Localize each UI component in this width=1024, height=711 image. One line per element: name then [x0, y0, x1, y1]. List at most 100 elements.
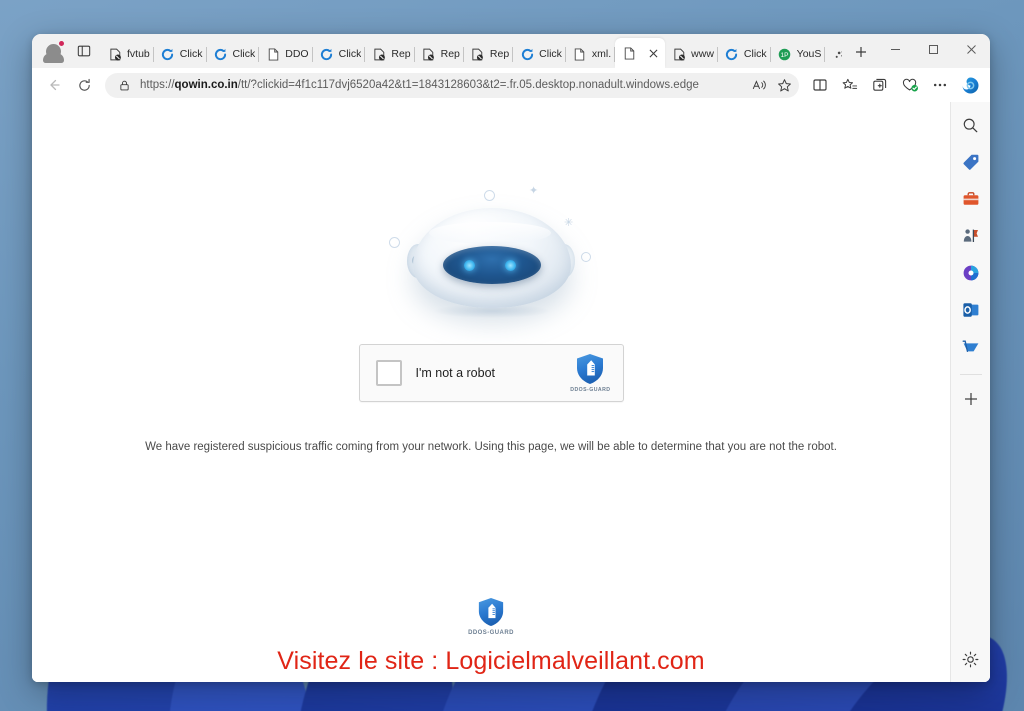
tab-title: Click — [743, 48, 767, 60]
close-icon — [649, 49, 658, 57]
redirect-icon — [521, 48, 533, 60]
decor-sparkle-icon: ✦ — [529, 185, 539, 197]
settings-and-more-button[interactable] — [926, 72, 954, 98]
new-tab-button[interactable] — [848, 39, 874, 65]
not-a-robot-label: I'm not a robot — [415, 366, 496, 380]
outlook-icon — [962, 303, 978, 317]
read-aloud-icon — [752, 80, 766, 90]
tab-item[interactable]: Rep — [415, 40, 464, 68]
plus-icon — [856, 47, 866, 57]
office-icon — [963, 265, 978, 281]
ddos-guard-text: DDOS-GUARD — [570, 387, 611, 393]
overlay-watermark-text: Visitez le site : Logicielmalveillant.co… — [277, 647, 705, 675]
close-icon — [966, 44, 976, 54]
sidebar-add-button[interactable] — [956, 384, 986, 414]
minimize-button[interactable] — [876, 34, 914, 64]
maximize-icon — [928, 44, 938, 54]
tab-close-button[interactable] — [646, 46, 661, 61]
refresh-button[interactable] — [70, 72, 98, 98]
sidebar-item-shopping[interactable] — [956, 147, 986, 177]
gear-icon — [962, 651, 979, 667]
tag-icon — [962, 154, 978, 170]
blocked-page-icon — [422, 47, 436, 61]
sidebar-item-microsoft-365[interactable] — [956, 258, 986, 288]
not-a-robot-checkbox[interactable] — [375, 360, 402, 386]
redirect-icon — [520, 47, 534, 61]
redirect-icon — [320, 47, 334, 61]
url-text: https://qowin.co.in/tt/?clickid=4f1c117d… — [140, 78, 743, 92]
profile-notification-badge — [58, 40, 65, 47]
page-icon — [622, 46, 636, 60]
add-favorite-button[interactable] — [775, 76, 793, 94]
tab-title: xml. — [591, 48, 612, 60]
tab-item[interactable]: DDO — [259, 40, 313, 68]
split-screen-button[interactable] — [806, 72, 834, 98]
profile-button[interactable] — [40, 38, 66, 64]
tab-item[interactable]: Rep — [365, 40, 415, 68]
collections-button[interactable] — [866, 72, 894, 98]
site-info-lock-icon[interactable] — [115, 76, 133, 94]
plus-icon — [964, 393, 977, 405]
redirect-icon — [726, 48, 738, 60]
favorites-star-list-icon — [842, 78, 858, 89]
tab-active[interactable] — [615, 38, 666, 68]
decor-circle-icon — [484, 190, 495, 201]
sidebar-item-tools[interactable] — [956, 184, 986, 214]
tab-title: Click — [338, 48, 362, 60]
address-bar[interactable]: https://qowin.co.in/tt/?clickid=4f1c117d… — [105, 72, 799, 98]
tab-item[interactable]: Click — [207, 40, 260, 68]
green-circle-icon: 1P — [778, 48, 791, 60]
edge-sidebar — [950, 102, 990, 682]
tab-item[interactable]: Click — [313, 40, 366, 68]
window-controls — [876, 34, 990, 68]
tab-item[interactable]: Click — [154, 40, 207, 68]
tab-list[interactable]: fvtub Click Click DDO Click Rep Rep Rep Click xml… — [101, 34, 842, 68]
url-scheme: https:// — [140, 79, 175, 91]
page-icon — [268, 47, 279, 61]
svg-text:1P: 1P — [781, 51, 789, 58]
page-icon — [266, 47, 280, 61]
back-button[interactable] — [40, 72, 68, 98]
sidebar-item-search[interactable] — [956, 110, 986, 140]
tab-item[interactable]: fvtub — [101, 40, 154, 68]
content-row: ✳ ✦ I'm not a robot DDOS-GUARD We have r… — [32, 102, 990, 682]
tab-item[interactable]: Rep — [464, 40, 514, 68]
heart-shield-icon — [902, 78, 918, 92]
tab-title: YouS — [796, 48, 822, 60]
shield-icon — [478, 598, 504, 626]
tab-actions-icon — [77, 45, 91, 57]
maximize-button[interactable] — [914, 34, 952, 64]
close-button[interactable] — [952, 34, 990, 64]
page-icon — [575, 47, 585, 61]
decor-sparkle-icon: ✳ — [564, 217, 574, 229]
tab-item[interactable]: s.per — [825, 40, 842, 68]
blocked-page-icon — [672, 47, 686, 61]
tab-item[interactable]: Click — [513, 40, 566, 68]
robot-visor — [443, 246, 541, 284]
blocked-page-icon — [374, 48, 385, 60]
tab-title: fvtub — [127, 48, 150, 60]
tab-title: www — [691, 48, 714, 60]
sidebar-settings-button[interactable] — [956, 644, 986, 674]
url-path: /tt/?clickid=4f1c117dvj6520a42&t1=184312… — [237, 79, 699, 91]
sidebar-item-shopping-cart[interactable] — [956, 332, 986, 362]
tab-actions-button[interactable] — [71, 38, 97, 64]
tab-item[interactable]: Click — [718, 40, 771, 68]
blocked-page-icon — [423, 48, 435, 60]
copilot-button[interactable] — [956, 72, 984, 98]
lock-icon — [119, 80, 129, 90]
read-aloud-button[interactable] — [750, 76, 768, 94]
sidebar-item-games[interactable] — [956, 221, 986, 251]
tab-item[interactable]: 1P YouS — [771, 40, 826, 68]
tab-item[interactable]: www — [665, 40, 718, 68]
sidebar-item-outlook[interactable] — [956, 295, 986, 325]
blocked-page-icon — [372, 47, 386, 61]
tab-item[interactable]: xml. — [566, 40, 616, 68]
games-icon — [963, 229, 978, 242]
favorites-button[interactable] — [836, 72, 864, 98]
browser-essentials-button[interactable] — [896, 72, 924, 98]
tab-title: Click — [539, 48, 562, 60]
tab-strip: fvtub Click Click DDO Click Rep Rep Rep Click xml… — [32, 34, 990, 68]
blocked-page-icon — [109, 48, 121, 60]
web-page-content: ✳ ✦ I'm not a robot DDOS-GUARD We have r… — [32, 102, 950, 682]
